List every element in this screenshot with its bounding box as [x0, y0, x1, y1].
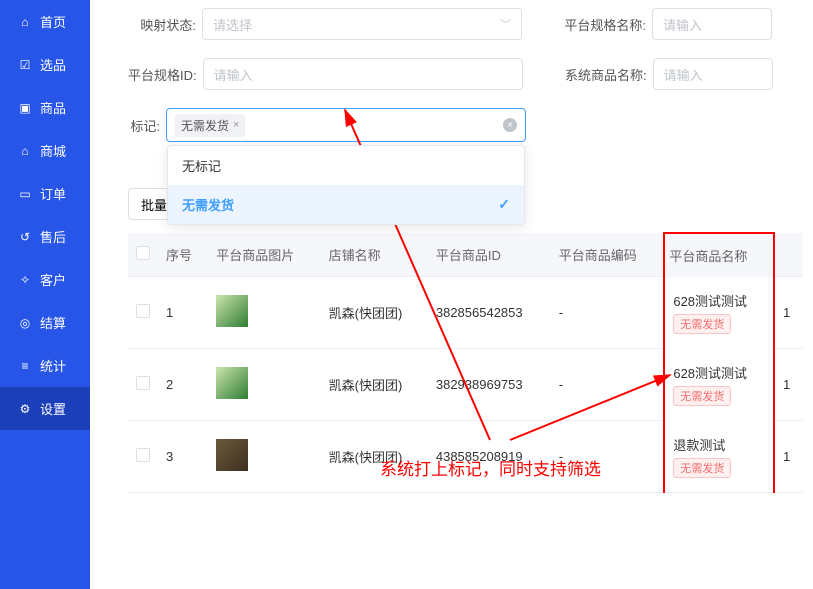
tag-remove-icon[interactable]: ×	[233, 119, 239, 131]
product-icon: ▣	[18, 101, 32, 115]
cell-pcode: -	[551, 349, 665, 421]
platform-spec-name-input[interactable]: 请输入	[652, 8, 772, 40]
col-pid: 平台商品ID	[428, 233, 551, 277]
platform-spec-name-label: 平台规格名称:	[558, 15, 646, 34]
cell-seq: 3	[158, 421, 208, 493]
cell-shop: 凯森(快团团)	[321, 277, 428, 349]
sidebar-item-label: 订单	[40, 184, 66, 203]
main-content: 映射状态: 请选择 ﹀ 平台规格名称: 请输入 平台规格ID: 请输入 系统商品…	[90, 0, 813, 493]
cell-pid: 382856542853	[428, 277, 551, 349]
stats-icon: ≡	[18, 359, 32, 373]
sidebar-item-settings[interactable]: ⚙ 设置	[0, 387, 90, 430]
product-image	[216, 295, 248, 327]
cell-last: 1	[774, 277, 803, 349]
col-image: 平台商品图片	[208, 233, 320, 277]
product-tag: 无需发货	[673, 458, 731, 478]
cell-seq: 2	[158, 349, 208, 421]
sidebar: ⌂ 首页 ☑ 选品 ▣ 商品 ⌂ 商城 ▭ 订单 ↺ 售后 ✧ 客户 ◎ 结算 ≡ 统计 ⚙ 设置	[0, 0, 90, 589]
row-checkbox[interactable]	[136, 376, 150, 390]
sidebar-item-label: 统计	[40, 356, 66, 375]
product-tag: 无需发货	[673, 314, 731, 334]
settle-icon: ◎	[18, 316, 32, 330]
cell-image	[208, 277, 320, 349]
product-tag: 无需发货	[673, 386, 731, 406]
product-name: 628测试测试	[673, 363, 765, 382]
tag-label: 标记:	[128, 116, 160, 135]
select-icon: ☑	[18, 58, 32, 72]
mapping-status-select[interactable]: 请选择 ﹀	[202, 8, 522, 40]
product-name: 628测试测试	[673, 291, 765, 310]
aftersale-icon: ↺	[18, 230, 32, 244]
clear-icon[interactable]: ×	[503, 118, 517, 132]
table-row: 2凯森(快团团)382938969753-628测试测试无需发货1	[128, 349, 803, 421]
sidebar-item-settle[interactable]: ◎ 结算	[0, 301, 90, 344]
sidebar-item-label: 结算	[40, 313, 66, 332]
row-checkbox[interactable]	[136, 304, 150, 318]
sidebar-item-label: 商城	[40, 141, 66, 160]
sidebar-item-label: 选品	[40, 55, 66, 74]
tag-dropdown: 无标记 无需发货 ✓	[167, 145, 525, 225]
tag-text: 无需发货	[181, 117, 229, 134]
col-pcode: 平台商品编码	[551, 233, 665, 277]
order-icon: ▭	[18, 187, 32, 201]
check-icon: ✓	[498, 196, 510, 213]
cell-name: 628测试测试无需发货	[664, 349, 774, 421]
product-image	[216, 367, 248, 399]
customer-icon: ✧	[18, 273, 32, 287]
cell-last: 1	[774, 421, 803, 493]
cell-image	[208, 349, 320, 421]
home-icon: ⌂	[18, 15, 32, 29]
sidebar-item-label: 售后	[40, 227, 66, 246]
system-prod-name-label: 系统商品名称:	[559, 65, 647, 84]
tag-select[interactable]: 无需发货 × × 无标记 无需发货 ✓	[166, 108, 526, 142]
settings-icon: ⚙	[18, 402, 32, 416]
cell-seq: 1	[158, 277, 208, 349]
row-checkbox[interactable]	[136, 448, 150, 462]
select-placeholder: 请选择	[213, 15, 252, 34]
sidebar-item-label: 设置	[40, 399, 66, 418]
sidebar-item-order[interactable]: ▭ 订单	[0, 172, 90, 215]
platform-spec-id-label: 平台规格ID:	[128, 65, 197, 84]
product-table: 序号 平台商品图片 店铺名称 平台商品ID 平台商品编码 平台商品名称 1 凯森(…	[128, 232, 803, 493]
dropdown-option-no-tag[interactable]: 无标记	[168, 146, 524, 185]
annotation-text: 系统打上标记，同时支持筛选	[380, 455, 601, 480]
system-prod-name-input[interactable]: 请输入	[653, 58, 773, 90]
sidebar-item-home[interactable]: ⌂ 首页	[0, 0, 90, 43]
chevron-down-icon: ﹀	[500, 16, 511, 32]
product-name: 退款测试	[673, 435, 765, 454]
sidebar-item-select[interactable]: ☑ 选品	[0, 43, 90, 86]
col-shop: 店铺名称	[321, 233, 428, 277]
sidebar-item-stats[interactable]: ≡ 统计	[0, 344, 90, 387]
mapping-status-label: 映射状态:	[128, 15, 196, 34]
cell-last: 1	[774, 349, 803, 421]
dropdown-option-no-ship[interactable]: 无需发货 ✓	[168, 185, 524, 224]
cell-name: 628测试测试无需发货	[664, 277, 774, 349]
col-name: 平台商品名称	[664, 233, 774, 277]
product-image	[216, 439, 248, 471]
mall-icon: ⌂	[18, 144, 32, 158]
table-row: 1凯森(快团团)382856542853-628测试测试无需发货1	[128, 277, 803, 349]
col-seq: 序号	[158, 233, 208, 277]
cell-pid: 382938969753	[428, 349, 551, 421]
sidebar-item-aftersale[interactable]: ↺ 售后	[0, 215, 90, 258]
table-header-row: 序号 平台商品图片 店铺名称 平台商品ID 平台商品编码 平台商品名称	[128, 233, 803, 277]
cell-pcode: -	[551, 277, 665, 349]
sidebar-item-mall[interactable]: ⌂ 商城	[0, 129, 90, 172]
sidebar-item-label: 客户	[40, 270, 66, 289]
cell-shop: 凯森(快团团)	[321, 349, 428, 421]
sidebar-item-label: 首页	[40, 12, 66, 31]
select-all-checkbox[interactable]	[136, 246, 150, 260]
selected-tag: 无需发货 ×	[175, 114, 245, 137]
col-last	[774, 233, 803, 277]
cell-image	[208, 421, 320, 493]
sidebar-item-customer[interactable]: ✧ 客户	[0, 258, 90, 301]
platform-spec-id-input[interactable]: 请输入	[203, 58, 523, 90]
sidebar-item-product[interactable]: ▣ 商品	[0, 86, 90, 129]
cell-name: 退款测试无需发货	[664, 421, 774, 493]
sidebar-item-label: 商品	[40, 98, 66, 117]
